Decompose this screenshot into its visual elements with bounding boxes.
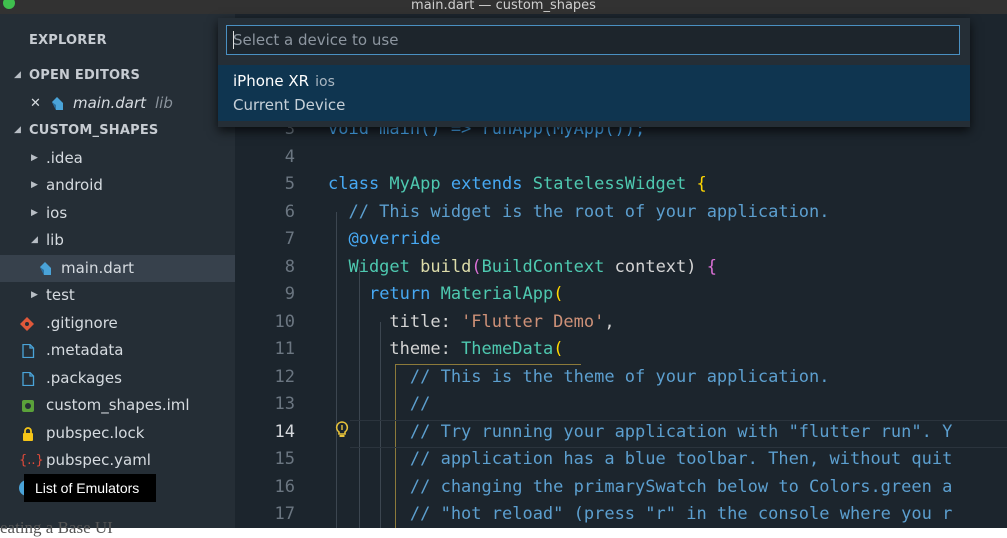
title-bar: main.dart — custom_shapes xyxy=(0,0,1007,14)
window-close-icon[interactable] xyxy=(3,0,15,9)
code-line: // "hot reload" (press "r" in the consol… xyxy=(328,504,953,524)
line-number: 10 xyxy=(274,312,295,332)
code-line: return MaterialApp( xyxy=(368,284,564,304)
iml-file-icon xyxy=(22,400,34,412)
quick-pick-palette: Select a device to use iPhone XR ios Curr… xyxy=(218,18,970,127)
tree-item-ios[interactable]: ▶ ios xyxy=(0,200,235,227)
code-line: // Try running your application with "fl… xyxy=(328,422,953,442)
dart-file-icon xyxy=(40,262,51,275)
code-line: // xyxy=(328,394,431,414)
tree-item-custom-shapes-iml[interactable]: custom_shapes.iml xyxy=(0,392,235,419)
code-line: // application has a blue toolbar. Then,… xyxy=(328,449,953,469)
explorer-title: EXPLORER xyxy=(29,33,107,48)
device-platform: ios xyxy=(315,74,335,90)
line-number: 9 xyxy=(284,284,295,304)
code-line: // changing the primarySwatch below to C… xyxy=(328,477,953,497)
chevron-down-icon: ◢ xyxy=(31,235,38,245)
window-title: main.dart — custom_shapes xyxy=(411,0,596,13)
tree-item-lib[interactable]: ◢ lib xyxy=(0,227,235,254)
tree-item-idea[interactable]: ▶ .idea xyxy=(0,145,235,172)
project-header[interactable]: ◢ CUSTOM_SHAPES xyxy=(0,117,235,144)
lock-icon xyxy=(23,427,33,441)
device-option-iphone-xr[interactable]: iPhone XR ios Current Device xyxy=(218,65,970,121)
background-page-text: eating a Base UI xyxy=(0,518,113,537)
line-number: 8 xyxy=(284,257,295,277)
dart-file-icon xyxy=(52,97,63,110)
code-line: title: 'Flutter Demo', xyxy=(328,312,615,332)
line-number: 12 xyxy=(274,367,295,387)
vscode-window: main.dart — custom_shapes EXPLORER ◢ OPE… xyxy=(0,0,1007,528)
chevron-right-icon: ▶ xyxy=(31,153,38,163)
line-number: 13 xyxy=(274,394,295,414)
line-number: 16 xyxy=(274,477,295,497)
line-number: 15 xyxy=(274,449,295,469)
code-line: // This is the theme of your application… xyxy=(328,367,830,387)
code-line: // This widget is the root of your appli… xyxy=(328,202,830,222)
line-number: 4 xyxy=(284,147,295,167)
chevron-down-icon: ◢ xyxy=(14,70,22,80)
code-line: Widget build(BuildContext context) { xyxy=(328,257,717,277)
tree-item-gitignore[interactable]: .gitignore xyxy=(0,310,235,337)
device-search-input[interactable]: Select a device to use xyxy=(226,25,960,55)
device-search-placeholder: Select a device to use xyxy=(233,31,399,49)
line-number: 17 xyxy=(274,504,295,524)
device-option-title: iPhone XR ios xyxy=(233,71,335,92)
file-icon xyxy=(22,372,35,386)
chevron-down-icon: ◢ xyxy=(14,125,22,135)
tree-item-test[interactable]: ▶ test xyxy=(0,282,235,309)
tree-item-packages[interactable]: .packages xyxy=(0,365,235,392)
chevron-right-icon: ▶ xyxy=(31,290,38,300)
line-number-current: 14 xyxy=(274,422,295,442)
close-icon[interactable]: ✕ xyxy=(30,90,41,117)
tree-item-metadata[interactable]: .metadata xyxy=(0,337,235,364)
tree-item-pubspec-lock[interactable]: pubspec.lock xyxy=(0,420,235,447)
text-caret xyxy=(233,31,234,49)
line-number: 5 xyxy=(284,174,295,194)
chevron-right-icon: ▶ xyxy=(31,208,38,218)
open-editors-header[interactable]: ◢ OPEN EDITORS xyxy=(0,62,235,89)
code-line: class MyApp extends StatelessWidget { xyxy=(328,174,707,194)
line-number: 11 xyxy=(274,339,295,359)
code-line: theme: ThemeData( xyxy=(328,339,564,359)
tree-item-pubspec-yaml[interactable]: {..} pubspec.yaml xyxy=(0,447,235,474)
device-option-description: Current Device xyxy=(233,96,346,114)
yaml-braces-icon: {..} xyxy=(19,453,44,468)
file-icon xyxy=(22,344,35,358)
emulators-tooltip: List of Emulators xyxy=(24,474,156,502)
line-number: 6 xyxy=(284,202,295,222)
tree-item-main-dart[interactable]: main.dart xyxy=(0,255,235,282)
device-name: iPhone XR xyxy=(233,72,310,90)
explorer-sidebar: EXPLORER ◢ OPEN EDITORS ✕ main.dart lib … xyxy=(0,14,235,528)
open-editor-item[interactable]: ✕ main.dart lib xyxy=(0,90,235,117)
line-number: 7 xyxy=(284,229,295,249)
tree-item-android[interactable]: ▶ android xyxy=(0,172,235,199)
code-line: @override xyxy=(328,229,441,249)
chevron-right-icon: ▶ xyxy=(31,180,38,190)
git-icon xyxy=(20,317,34,331)
